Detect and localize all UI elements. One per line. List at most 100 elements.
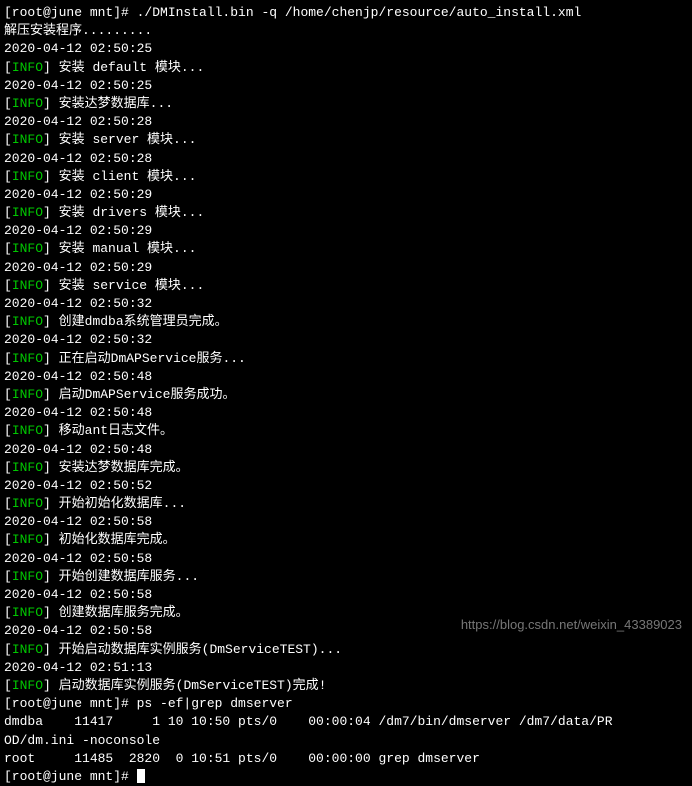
bracket-close: ] [43, 96, 59, 111]
log-text: 2020-04-12 02:50:29 [4, 223, 152, 238]
terminal-line: dmdba 11417 1 10 10:50 pts/0 00:00:04 /d… [4, 713, 688, 731]
terminal-line: [INFO] 安装 manual 模块... [4, 240, 688, 258]
bracket-close: ] [43, 569, 59, 584]
log-message: 移动ant日志文件。 [59, 423, 173, 438]
log-message: 安装 default 模块... [59, 60, 205, 75]
terminal-line: 2020-04-12 02:50:29 [4, 259, 688, 277]
bracket-open: [ [4, 678, 12, 693]
terminal-line: 2020-04-12 02:50:58 [4, 513, 688, 531]
terminal-line: [INFO] 创建dmdba系统管理员完成。 [4, 313, 688, 331]
bracket-close: ] [43, 60, 59, 75]
log-message: 安装 client 模块... [59, 169, 197, 184]
bracket-open: [ [4, 169, 12, 184]
cursor-icon [137, 769, 145, 783]
info-tag: INFO [12, 132, 43, 147]
bracket-open: [ [4, 460, 12, 475]
terminal-line: [INFO] 启动数据库实例服务(DmServiceTEST)完成! [4, 677, 688, 695]
log-text: 2020-04-12 02:50:32 [4, 296, 152, 311]
info-tag: INFO [12, 678, 43, 693]
terminal-line: [INFO] 初始化数据库完成。 [4, 531, 688, 549]
log-text: 2020-04-12 02:50:58 [4, 514, 152, 529]
terminal-line: [INFO] 正在启动DmAPService服务... [4, 350, 688, 368]
terminal-line: 2020-04-12 02:50:48 [4, 404, 688, 422]
bracket-open: [ [4, 532, 12, 547]
bracket-close: ] [43, 278, 59, 293]
terminal-line: 2020-04-12 02:50:58 [4, 586, 688, 604]
log-message: 安装 manual 模块... [59, 241, 197, 256]
bracket-close: ] [43, 314, 59, 329]
terminal-line: 2020-04-12 02:50:28 [4, 113, 688, 131]
bracket-open: [ [4, 132, 12, 147]
bracket-open: [ [4, 569, 12, 584]
bracket-open: [ [4, 605, 12, 620]
log-text: 2020-04-12 02:51:13 [4, 660, 152, 675]
log-text: 2020-04-12 02:50:25 [4, 78, 152, 93]
terminal-line: 2020-04-12 02:50:32 [4, 331, 688, 349]
info-tag: INFO [12, 423, 43, 438]
log-text: 2020-04-12 02:50:29 [4, 187, 152, 202]
info-tag: INFO [12, 605, 43, 620]
bracket-close: ] [43, 387, 59, 402]
terminal-line: OD/dm.ini -noconsole [4, 732, 688, 750]
log-message: 开始启动数据库实例服务(DmServiceTEST)... [59, 642, 342, 657]
terminal-line: [INFO] 安装 service 模块... [4, 277, 688, 295]
info-tag: INFO [12, 532, 43, 547]
bracket-open: [ [4, 205, 12, 220]
info-tag: INFO [12, 169, 43, 184]
info-tag: INFO [12, 351, 43, 366]
info-tag: INFO [12, 278, 43, 293]
terminal-line: 2020-04-12 02:50:52 [4, 477, 688, 495]
log-text: 2020-04-12 02:50:58 [4, 623, 152, 638]
log-message: 开始初始化数据库... [59, 496, 186, 511]
terminal-line: [INFO] 安装 default 模块... [4, 59, 688, 77]
terminal-line: [INFO] 安装 client 模块... [4, 168, 688, 186]
terminal-line: root 11485 2820 0 10:51 pts/0 00:00:00 g… [4, 750, 688, 768]
shell-prompt: [root@june mnt]# ps -ef|grep dmserver [4, 696, 293, 711]
terminal-line: [INFO] 安装 drivers 模块... [4, 204, 688, 222]
bracket-open: [ [4, 96, 12, 111]
terminal-line: [INFO] 启动DmAPService服务成功。 [4, 386, 688, 404]
bracket-close: ] [43, 605, 59, 620]
log-message: 安装 server 模块... [59, 132, 197, 147]
terminal-output[interactable]: [root@june mnt]# ./DMInstall.bin -q /hom… [4, 4, 688, 786]
terminal-line: 2020-04-12 02:50:25 [4, 40, 688, 58]
bracket-open: [ [4, 496, 12, 511]
terminal-line: [INFO] 安装达梦数据库完成。 [4, 459, 688, 477]
info-tag: INFO [12, 387, 43, 402]
terminal-line: 2020-04-12 02:50:29 [4, 186, 688, 204]
bracket-open: [ [4, 423, 12, 438]
bracket-open: [ [4, 314, 12, 329]
log-text: 2020-04-12 02:50:48 [4, 369, 152, 384]
info-tag: INFO [12, 460, 43, 475]
bracket-close: ] [43, 241, 59, 256]
log-text: 2020-04-12 02:50:58 [4, 587, 152, 602]
terminal-line: 2020-04-12 02:50:48 [4, 441, 688, 459]
terminal-line: 解压安装程序......... [4, 22, 688, 40]
log-text: 2020-04-12 02:50:28 [4, 114, 152, 129]
terminal-line: [INFO] 开始创建数据库服务... [4, 568, 688, 586]
terminal-line: 2020-04-12 02:50:58 [4, 550, 688, 568]
log-text: 2020-04-12 02:50:29 [4, 260, 152, 275]
log-text: 2020-04-12 02:50:48 [4, 442, 152, 457]
log-message: 安装达梦数据库... [59, 96, 173, 111]
log-message: 启动DmAPService服务成功。 [59, 387, 236, 402]
bracket-open: [ [4, 241, 12, 256]
log-message: 创建dmdba系统管理员完成。 [59, 314, 228, 329]
terminal-line: [root@june mnt]# ps -ef|grep dmserver [4, 695, 688, 713]
bracket-close: ] [43, 351, 59, 366]
bracket-close: ] [43, 642, 59, 657]
bracket-close: ] [43, 532, 59, 547]
info-tag: INFO [12, 314, 43, 329]
log-text: 解压安装程序......... [4, 23, 152, 38]
info-tag: INFO [12, 241, 43, 256]
terminal-line: [INFO] 安装达梦数据库... [4, 95, 688, 113]
log-message: 创建数据库服务完成。 [59, 605, 189, 620]
terminal-line: 2020-04-12 02:50:28 [4, 150, 688, 168]
info-tag: INFO [12, 60, 43, 75]
bracket-close: ] [43, 678, 59, 693]
terminal-line: 2020-04-12 02:51:13 [4, 659, 688, 677]
log-text: 2020-04-12 02:50:52 [4, 478, 152, 493]
info-tag: INFO [12, 205, 43, 220]
log-text: 2020-04-12 02:50:48 [4, 405, 152, 420]
bracket-close: ] [43, 132, 59, 147]
